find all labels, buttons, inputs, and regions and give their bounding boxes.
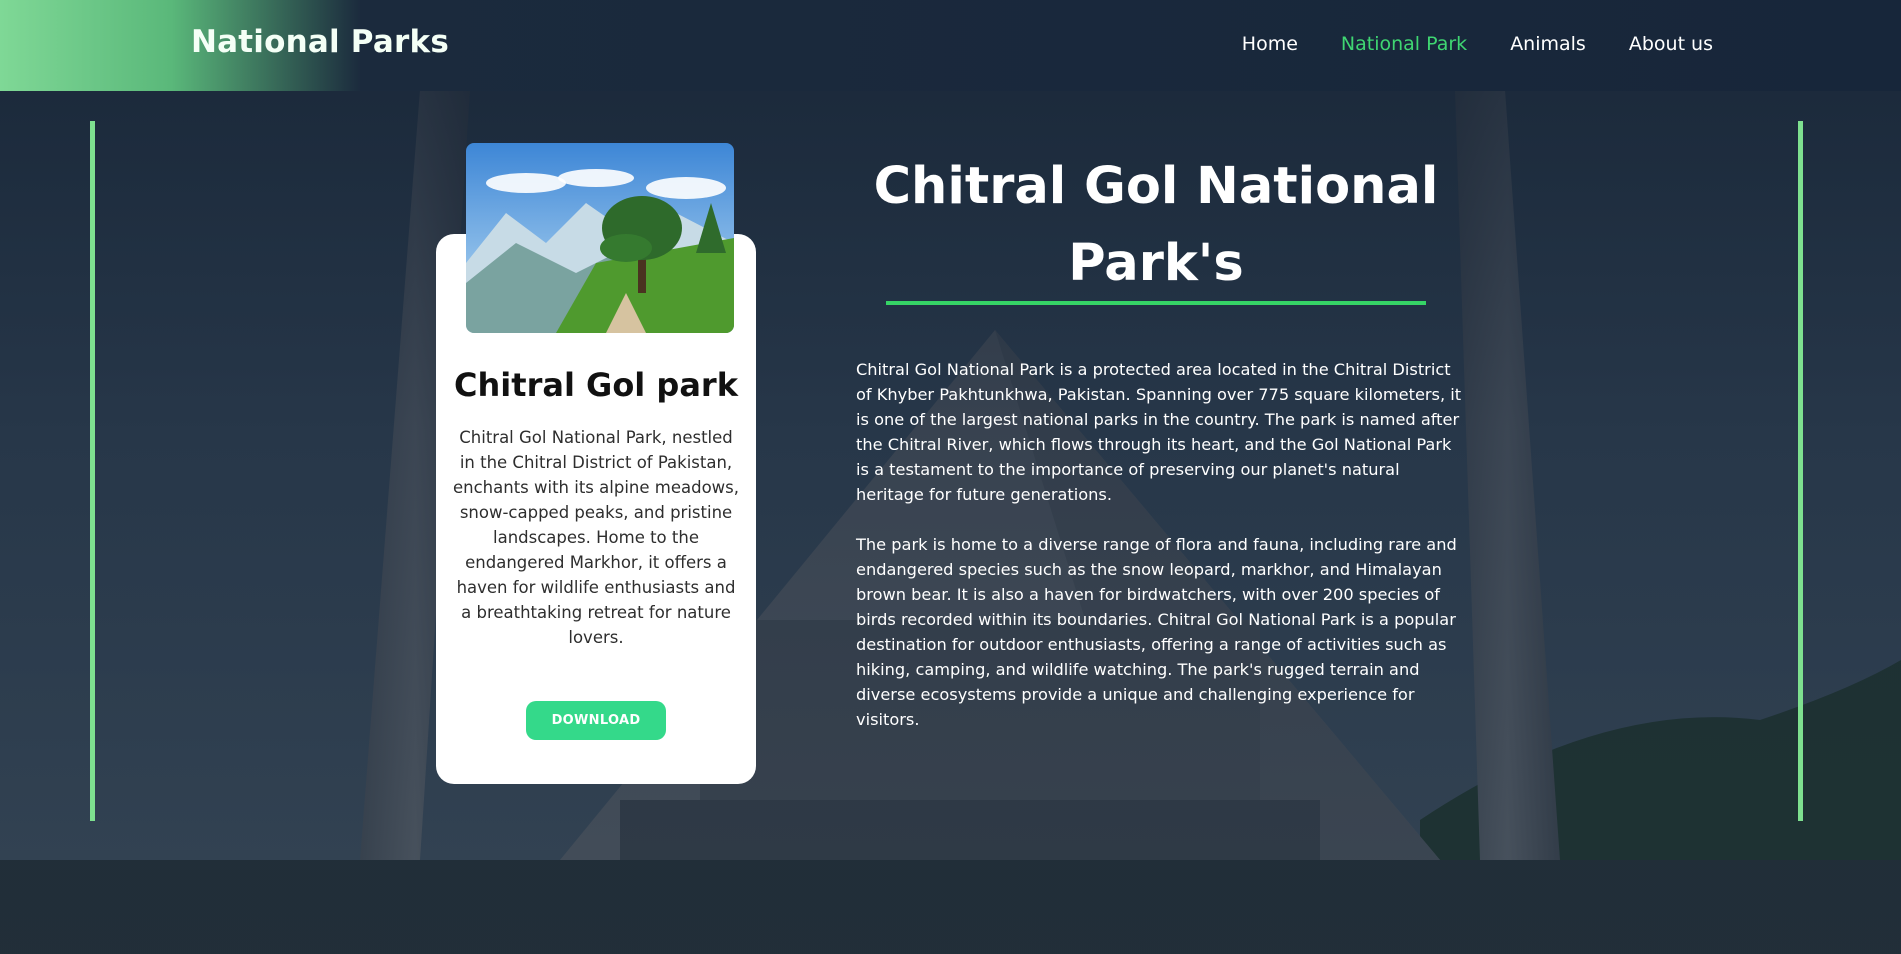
- article-paragraph: Chitral Gol National Park is a protected…: [856, 360, 1462, 504]
- main-nav: Home National Park Animals About us: [1242, 33, 1713, 55]
- article-body: Chitral Gol National Park is a protected…: [856, 357, 1462, 732]
- park-card-photo: [466, 143, 734, 333]
- article-title: Chitral Gol National Park's: [873, 157, 1439, 293]
- site-header: National Parks Home National Park Animal…: [0, 0, 1901, 91]
- brand-logo-text[interactable]: National Parks: [191, 24, 449, 60]
- nav-link-about-us[interactable]: About us: [1629, 33, 1713, 55]
- page: National Parks Home National Park Animal…: [0, 0, 1901, 954]
- nav-link-national-park[interactable]: National Park: [1341, 33, 1467, 55]
- nav-link-home[interactable]: Home: [1242, 33, 1298, 55]
- park-card-description: Chitral Gol National Park, nestled in th…: [452, 428, 739, 647]
- article-paragraph: The park is home to a diverse range of f…: [856, 535, 1457, 729]
- park-card-title: Chitral Gol park: [454, 366, 738, 404]
- title-underline: [886, 301, 1426, 305]
- left-accent-line: [90, 121, 95, 821]
- download-button[interactable]: DOWNLOAD: [526, 701, 666, 740]
- right-accent-line: [1798, 121, 1803, 821]
- nav-link-animals[interactable]: Animals: [1510, 33, 1586, 55]
